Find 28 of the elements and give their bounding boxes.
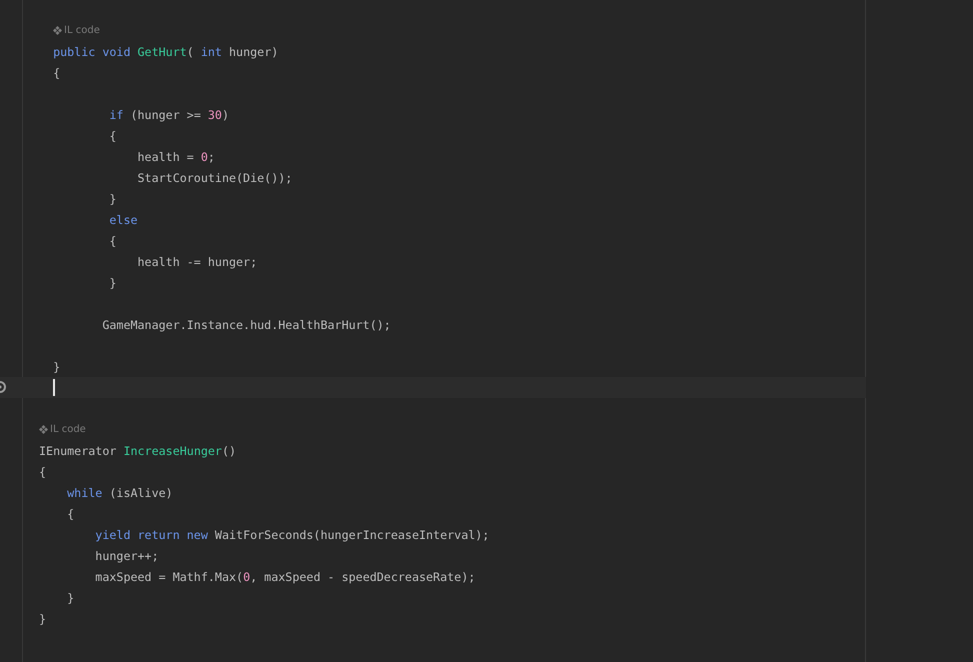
code-line: { [108,128,116,144]
code-vision-hint[interactable]: IL code [39,424,86,435]
code-line: while (isAlive) [66,484,173,500]
code-line: health -= hunger; [136,254,258,270]
code-vision-hint[interactable]: IL code [53,25,100,36]
code-line: IEnumerator IncreaseHunger() [39,442,236,458]
text-cursor [53,379,56,396]
code-line: GameManager.Instance.hud.HealthBarHurt(); [101,316,391,332]
code-line: else [108,212,138,228]
code-line: } [108,190,116,206]
code-line: { [66,506,74,522]
gutter-icon[interactable] [0,380,6,394]
code-line: StartCoroutine(Die()); [136,170,292,186]
code-line: maxSpeed = Mathf.Max(0, maxSpeed - speedDecreaseRate); [94,568,476,584]
code-line: } [39,610,46,626]
code-line: { [52,64,60,80]
code-line: } [108,274,116,290]
code-line: public void GetHurt( int hunger) [52,44,278,60]
code-line: yield return new WaitForSeconds(hungerIncreaseInterval); [94,526,490,542]
code-line: } [52,358,60,374]
code-line: hunger++; [94,548,159,564]
diamond-icon [39,425,48,434]
code-line: { [108,232,116,248]
code-line: } [66,590,74,606]
code-line: if (hunger >= 30) [108,106,230,122]
code-line: { [39,464,46,480]
diamond-icon [53,26,62,35]
code-line: health = 0; [136,148,215,164]
